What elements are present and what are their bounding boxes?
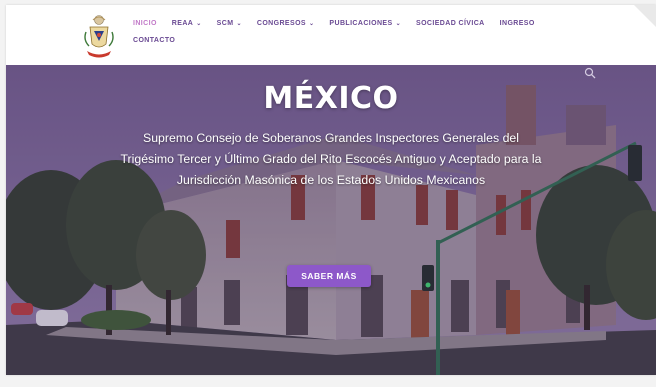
screenshot-frame: INICIO REAA ⌄ SCM ⌄ CONGRESOS ⌄ PUBLICAC… xyxy=(0,0,656,387)
nav-label: SOCIEDAD CÍVICA xyxy=(416,19,485,27)
hero-banner: MÉXICO Supremo Consejo de Soberanos Gran… xyxy=(6,65,656,375)
nav-label: CONGRESOS xyxy=(256,19,306,27)
page-corner-fold xyxy=(634,5,656,27)
chevron-down-icon: ⌄ xyxy=(196,20,202,27)
chevron-down-icon: ⌄ xyxy=(236,20,242,27)
nav-label: CONTACTO xyxy=(133,36,176,44)
masonic-crest-icon[interactable] xyxy=(80,14,118,60)
nav-label: INICIO xyxy=(133,19,157,27)
search-icon[interactable] xyxy=(584,67,596,79)
site-header: INICIO REAA ⌄ SCM ⌄ CONGRESOS ⌄ PUBLICAC… xyxy=(6,5,656,65)
hero-subtitle: Supremo Consejo de Soberanos Grandes Ins… xyxy=(120,131,542,187)
saber-mas-button[interactable]: SABER MÁS xyxy=(287,265,371,287)
nav-item-inicio[interactable]: INICIO xyxy=(133,18,157,28)
nav-label: PUBLICACIONES xyxy=(329,19,393,27)
chevron-down-icon: ⌄ xyxy=(308,20,315,27)
nav-label: SCM xyxy=(216,19,234,27)
nav-item-reaa[interactable]: REAA ⌄ xyxy=(172,18,202,28)
main-navigation: INICIO REAA ⌄ SCM ⌄ CONGRESOS ⌄ PUBLICAC… xyxy=(133,18,583,45)
nav-item-scm[interactable]: SCM ⌄ xyxy=(217,18,242,28)
nav-label: REAA xyxy=(171,19,194,27)
nav-item-contacto[interactable]: CONTACTO xyxy=(133,35,175,45)
nav-item-ingreso[interactable]: INGRESO xyxy=(500,18,535,28)
nav-item-congresos[interactable]: CONGRESOS ⌄ xyxy=(257,18,315,28)
nav-item-sociedad-civica[interactable]: SOCIEDAD CÍVICA xyxy=(416,18,485,28)
chevron-down-icon: ⌄ xyxy=(395,20,402,27)
nav-item-publicaciones[interactable]: PUBLICACIONES ⌄ xyxy=(329,18,401,28)
hero-title: MÉXICO xyxy=(263,81,399,116)
web-page: INICIO REAA ⌄ SCM ⌄ CONGRESOS ⌄ PUBLICAC… xyxy=(6,5,656,375)
nav-label: INGRESO xyxy=(499,19,535,27)
